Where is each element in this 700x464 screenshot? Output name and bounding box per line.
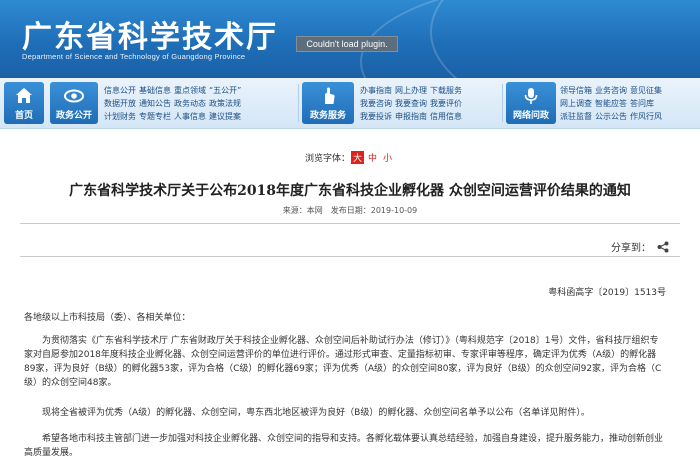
nav-link[interactable]: 政策法规: [209, 97, 241, 110]
nav-link[interactable]: 申报指南: [395, 110, 427, 123]
nav-link[interactable]: 通知公告: [139, 97, 171, 110]
home-icon: [16, 88, 32, 103]
nav-link[interactable]: 我要评价: [430, 97, 462, 110]
nav-link[interactable]: 信用信息: [430, 110, 462, 123]
share-icon[interactable]: [657, 241, 669, 253]
nav-gov-service-button[interactable]: 政务服务: [302, 82, 354, 124]
nav-link[interactable]: 下载服务: [430, 84, 462, 97]
nav-link[interactable]: 业务咨询: [595, 84, 627, 97]
hand-icon: [325, 87, 335, 104]
article-meta: 来源：本网 发布日期：2019-10-09: [282, 206, 418, 215]
nav-gov-open-label: 政务公开: [55, 111, 92, 121]
nav-link[interactable]: 政务动态: [174, 97, 206, 110]
nav-link[interactable]: 我要查询: [395, 97, 427, 110]
font-size-large-button[interactable]: 大: [350, 151, 364, 164]
eye-icon: [64, 89, 84, 103]
nav-home-button[interactable]: 首页: [4, 82, 44, 124]
nav-link[interactable]: 网上办理: [395, 84, 427, 97]
nav-link[interactable]: 作风行风: [630, 110, 662, 123]
interaction-links: 领导信箱 业务咨询 意见征集 网上调查 智能应答 答问库 派驻监督 公示公告 作风行风: [560, 84, 665, 123]
nav-link[interactable]: 人事信息: [174, 110, 206, 123]
body-paragraph: 现将全省被评为优秀（A级）的孵化器、众创空间，粤东西北地区被评为良好（B级）的孵…: [42, 408, 590, 418]
nav-link[interactable]: 公示公告: [595, 110, 627, 123]
gov-service-links: 办事指南 网上办理 下载服务 我要咨询 我要查询 我要评价 我要投诉 申报指南 信用信息: [360, 84, 465, 123]
nav-link[interactable]: 重点领域: [174, 84, 206, 97]
nav-link[interactable]: 计划财务: [104, 110, 136, 123]
nav-link[interactable]: “五公开”: [209, 84, 241, 97]
nav-divider: [298, 84, 299, 122]
microphone-icon: [524, 88, 538, 104]
nav-link[interactable]: 信息公开: [104, 84, 136, 97]
nav-gov-open-button[interactable]: 政务公开: [50, 82, 98, 124]
font-size-label: 浏览字体：: [304, 154, 350, 164]
nav-link[interactable]: 办事指南: [360, 84, 392, 97]
nav-link[interactable]: 智能应答: [595, 97, 627, 110]
document-number: 粤科函高字〔2019〕1513号: [548, 288, 666, 298]
body-paragraph: 希望各地市科技主管部门进一步加强对科技企业孵化器、众创空间的指导和支持。各孵化载…: [24, 434, 664, 458]
nav-interaction-button[interactable]: 网络问政: [506, 82, 556, 124]
body-paragraph: 为贯彻落实《广东省科学技术厅 广东省财政厅关于科技企业孵化器、众创空间后补助试行…: [24, 336, 662, 388]
nav-link[interactable]: 数据开放: [104, 97, 136, 110]
nav-link[interactable]: 意见征集: [630, 84, 662, 97]
share-bar: 分享到：: [611, 239, 669, 254]
nav-link[interactable]: 派驻监督: [560, 110, 592, 123]
nav-gov-open: 政务公开 信息公开 基础信息 重点领域 “五公开” 数据开放 通知公告 政务动态 政策法规 …: [50, 82, 300, 124]
nav-link[interactable]: 网上调查: [560, 97, 592, 110]
nav-home-label: 首页: [14, 111, 33, 121]
salutation: 各地级以上市科技局（委）、各相关单位：: [24, 313, 191, 323]
nav-gov-service-label: 政务服务: [309, 111, 346, 121]
nav-link[interactable]: 建议提案: [209, 110, 241, 123]
nav-link[interactable]: 基础信息: [139, 84, 171, 97]
main-nav: 首页 政务公开 信息公开 基础信息 重点领域 “五公开” 数据开放 通知公告 政务动态 政策…: [0, 78, 700, 129]
plugin-error-box: Couldn't load plugin.: [296, 36, 398, 52]
article-title: 广东省科学技术厅关于公布2018年度广东省科技企业孵化器 众创空间运营评价结果的…: [69, 183, 631, 199]
font-size-medium-button[interactable]: 中: [366, 151, 379, 164]
nav-link[interactable]: 答问库: [630, 97, 654, 110]
header-decoration: [360, 0, 700, 78]
nav-gov-service: 政务服务 办事指南 网上办理 下载服务 我要咨询 我要查询 我要评价 我要投诉 申报指南信…: [302, 82, 502, 124]
nav-link[interactable]: 我要投诉: [360, 110, 392, 123]
nav-link[interactable]: 领导信箱: [560, 84, 592, 97]
nav-link[interactable]: 专题专栏: [139, 110, 171, 123]
gov-open-links: 信息公开 基础信息 重点领域 “五公开” 数据开放 通知公告 政务动态 政策法规 计划财务专…: [104, 84, 244, 123]
nav-link[interactable]: 我要咨询: [360, 97, 392, 110]
share-label: 分享到：: [611, 243, 651, 254]
nav-home[interactable]: 首页: [4, 82, 44, 124]
nav-divider: [502, 84, 503, 122]
site-subtitle: Department of Science and Technology of …: [22, 52, 246, 61]
font-size-small-button[interactable]: 小: [381, 151, 394, 164]
font-size-switcher: 浏览字体：大中小: [0, 151, 700, 164]
nav-interaction: 网络问政 领导信箱 业务咨询 意见征集 网上调查 智能应答 答问库 派驻监督 公示公告 作风…: [506, 82, 700, 124]
site-header: 广东省科学技术厅 Department of Science and Techn…: [0, 0, 700, 78]
divider: [20, 223, 680, 224]
divider: [20, 256, 680, 257]
site-title[interactable]: 广东省科学技术厅: [22, 12, 278, 56]
nav-interaction-label: 网络问政: [512, 111, 549, 121]
